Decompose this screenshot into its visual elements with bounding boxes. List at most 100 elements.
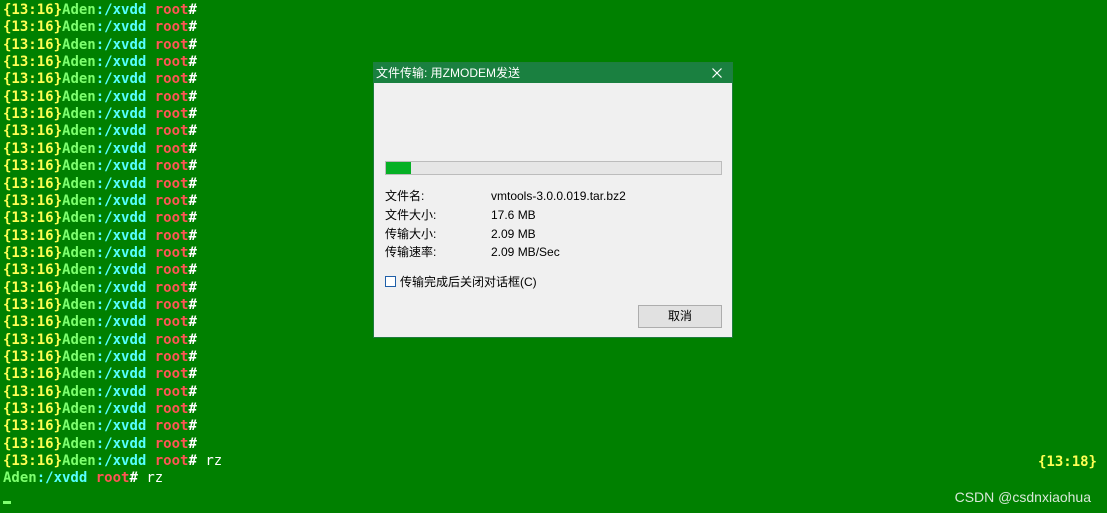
- prompt-line: {13:16}Aden:/xvdd root#: [3, 332, 197, 349]
- prompt-user: root: [154, 36, 189, 53]
- prompt-host: Aden: [62, 453, 96, 470]
- prompt-user: root: [154, 88, 189, 105]
- prompt-host: Aden: [62, 244, 96, 261]
- prompt-path: :/xvdd: [95, 453, 147, 470]
- prompt-host: Aden: [62, 349, 96, 365]
- prompt-host: Aden: [62, 331, 96, 348]
- prompt-hash: #: [188, 175, 197, 192]
- command-text: rz: [196, 453, 223, 470]
- prompt-time: {13:16}: [3, 401, 63, 418]
- prompt-line: {13:16}Aden:/xvdd root#: [3, 19, 197, 36]
- prompt-user: root: [154, 383, 189, 400]
- prompt-hash: #: [188, 158, 197, 175]
- prompt-line: {13:16}Aden:/xvdd root#: [3, 210, 197, 227]
- prompt-path: :/xvdd: [95, 366, 147, 383]
- prompt-hash: #: [188, 123, 197, 140]
- prompt-line: {13:16}Aden:/xvdd root#: [3, 37, 197, 54]
- prompt-host: Aden: [62, 140, 96, 157]
- prompt-path: :/xvdd: [95, 175, 147, 192]
- prompt-user: root: [95, 470, 130, 487]
- prompt-hash: #: [188, 88, 197, 105]
- prompt-user: root: [154, 279, 189, 296]
- prompt-host: Aden: [62, 279, 96, 296]
- prompt-host: Aden: [62, 192, 96, 209]
- prompt-line: {13:16}Aden:/xvdd root#: [3, 280, 197, 297]
- prompt-path: :/xvdd: [95, 54, 147, 71]
- prompt-path: :/xvdd: [95, 401, 147, 418]
- prompt-hash: #: [188, 296, 197, 313]
- prompt-time: {13:16}: [3, 210, 63, 227]
- prompt-time: {13:16}: [3, 314, 63, 331]
- prompt-time: {13:16}: [3, 262, 63, 279]
- prompt-host: Aden: [62, 54, 96, 71]
- prompt-path: :/xvdd: [95, 331, 147, 348]
- prompt-hash: #: [188, 36, 197, 53]
- prompt-hash: #: [188, 262, 197, 279]
- prompt-time: {13:16}: [3, 140, 63, 157]
- prompt-user: root: [154, 314, 189, 331]
- prompt-path: :/xvdd: [95, 314, 147, 331]
- prompt-line: {13:16}Aden:/xvdd root#: [3, 262, 197, 279]
- dialog-title: 文件传输: 用ZMODEM发送: [376, 66, 520, 80]
- prompt-path: :/xvdd: [95, 2, 147, 18]
- prompt-user: root: [154, 210, 189, 227]
- prompt-path: :/xvdd: [95, 262, 147, 279]
- prompt-time: {13:16}: [3, 227, 63, 244]
- prompt-hash: #: [188, 349, 197, 365]
- prompt-hash: #: [188, 366, 197, 383]
- filesize-value: 17.6 MB: [491, 208, 536, 222]
- close-icon: [712, 68, 722, 78]
- prompt-user: root: [154, 453, 189, 470]
- prompt-user: root: [154, 366, 189, 383]
- current-command-line: Aden:/xvdd root# rz: [3, 470, 163, 487]
- prompt-user: root: [154, 331, 189, 348]
- prompt-time: {13:16}: [3, 54, 63, 71]
- close-on-complete-label[interactable]: 传输完成后关闭对话框(C): [400, 275, 537, 289]
- prompt-path: :/xvdd: [95, 227, 147, 244]
- prompt-hash: #: [188, 418, 197, 435]
- zmodem-transfer-dialog: 文件传输: 用ZMODEM发送 文件名: vmtools-3.0.0.019.t…: [373, 62, 733, 338]
- prompt-hash: #: [188, 331, 197, 348]
- prompt-user: root: [154, 158, 189, 175]
- command-line: {13:16}Aden:/xvdd root# rz: [3, 453, 222, 470]
- prompt-hash: #: [188, 140, 197, 157]
- right-prompt-time: {13:18}: [1037, 454, 1097, 470]
- prompt-user: root: [154, 175, 189, 192]
- prompt-line: {13:16}Aden:/xvdd root#: [3, 158, 197, 175]
- transferred-label: 传输大小:: [385, 227, 437, 241]
- transferred-value: 2.09 MB: [491, 227, 536, 241]
- prompt-line: {13:16}Aden:/xvdd root#: [3, 297, 197, 314]
- prompt-host: Aden: [62, 435, 96, 452]
- watermark: CSDN @csdnxiaohua: [954, 489, 1091, 505]
- prompt-line: {13:16}Aden:/xvdd root#: [3, 314, 197, 331]
- prompt-host: Aden: [62, 175, 96, 192]
- prompt-user: root: [154, 106, 189, 123]
- prompt-line: {13:16}Aden:/xvdd root#: [3, 418, 197, 435]
- prompt-time: {13:16}: [3, 192, 63, 209]
- prompt-hash: #: [188, 19, 197, 36]
- prompt-host: Aden: [62, 418, 96, 435]
- cancel-button[interactable]: 取消: [638, 305, 722, 328]
- prompt-host: Aden: [62, 314, 96, 331]
- prompt-line: {13:16}Aden:/xvdd root#: [3, 71, 197, 88]
- prompt-time: {13:16}: [3, 296, 63, 313]
- prompt-line: {13:16}Aden:/xvdd root#: [3, 228, 197, 245]
- close-on-complete-checkbox[interactable]: [385, 276, 396, 287]
- prompt-path: :/xvdd: [95, 88, 147, 105]
- prompt-path: :/xvdd: [95, 140, 147, 157]
- prompt-time: {13:16}: [3, 279, 63, 296]
- prompt-path: :/xvdd: [95, 296, 147, 313]
- dialog-titlebar[interactable]: 文件传输: 用ZMODEM发送: [374, 63, 732, 83]
- prompt-line: {13:16}Aden:/xvdd root#: [3, 54, 197, 71]
- prompt-path: :/xvdd: [95, 418, 147, 435]
- prompt-hash: #: [188, 435, 197, 452]
- prompt-line: {13:16}Aden:/xvdd root#: [3, 245, 197, 262]
- close-button[interactable]: [702, 63, 732, 83]
- prompt-host: Aden: [62, 227, 96, 244]
- prompt-time: {13:16}: [3, 2, 63, 18]
- filename-value: vmtools-3.0.0.019.tar.bz2: [491, 189, 626, 203]
- prompt-path: :/xvdd: [95, 158, 147, 175]
- prompt-host: Aden: [62, 210, 96, 227]
- prompt-hash: #: [188, 279, 197, 296]
- prompt-line: {13:16}Aden:/xvdd root#: [3, 176, 197, 193]
